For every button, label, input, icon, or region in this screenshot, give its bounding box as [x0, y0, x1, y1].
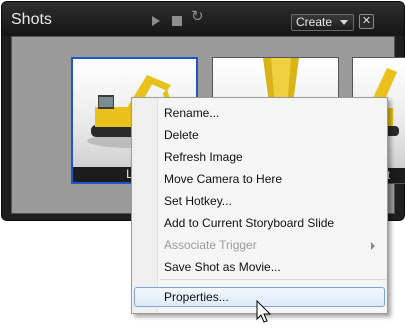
- context-menu: Rename... Delete Refresh Image Move Came…: [131, 97, 388, 314]
- menu-item-set-hotkey[interactable]: Set Hotkey...: [164, 194, 232, 208]
- panel-title: Shots: [11, 11, 52, 28]
- stop-icon[interactable]: [172, 16, 182, 26]
- submenu-arrow-icon: [371, 242, 375, 250]
- mouse-pointer-icon: [256, 300, 272, 323]
- menu-item-save-as-movie[interactable]: Save Shot as Movie...: [164, 260, 281, 274]
- menu-item-move-camera[interactable]: Move Camera to Here: [164, 172, 282, 186]
- menu-item-delete[interactable]: Delete: [164, 128, 199, 142]
- close-button[interactable]: ✕: [359, 14, 374, 29]
- chevron-down-icon: [340, 20, 348, 25]
- create-dropdown-button[interactable]: Create: [291, 14, 354, 31]
- menu-item-add-to-storyboard[interactable]: Add to Current Storyboard Slide: [164, 216, 334, 230]
- screenshot-stage: Shots ↻ Create ✕ Rename... Delete Refres…: [0, 0, 405, 330]
- menu-icon-gutter: [132, 98, 158, 313]
- panel-header: Shots ↻ Create ✕: [2, 2, 404, 36]
- menu-item-properties[interactable]: Properties...: [164, 290, 229, 304]
- menu-item-rename[interactable]: Rename...: [164, 106, 219, 120]
- refresh-icon[interactable]: ↻: [191, 9, 204, 24]
- menu-separator: [160, 279, 386, 280]
- menu-item-refresh-image[interactable]: Refresh Image: [164, 150, 243, 164]
- menu-item-associate-trigger[interactable]: Associate Trigger: [164, 238, 257, 252]
- create-label: Create: [296, 15, 333, 29]
- play-icon[interactable]: [152, 16, 160, 26]
